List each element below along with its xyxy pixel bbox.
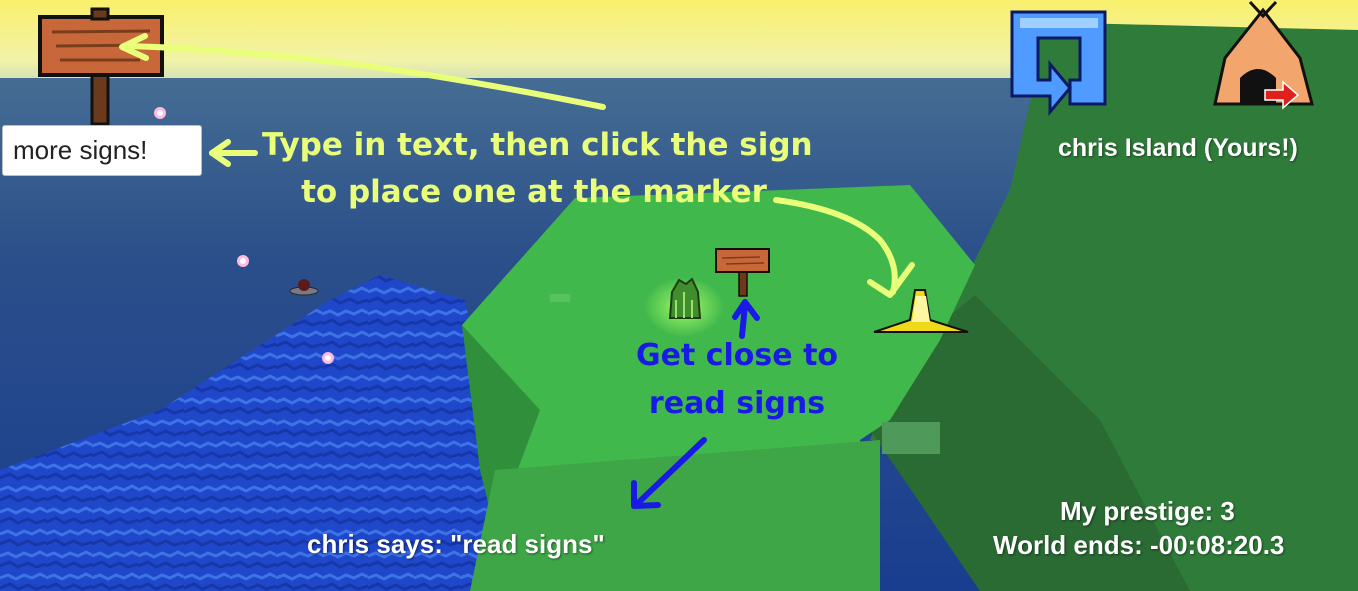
tile-detail: [550, 294, 570, 302]
tutorial-read-line1: Get close to: [635, 338, 839, 373]
chat-message: chris says: "read signs": [307, 529, 605, 559]
sparkle: [322, 352, 334, 364]
world-end-timer: World ends: -00:08:20.3: [993, 530, 1285, 560]
prestige-counter: My prestige: 3: [1060, 496, 1235, 526]
island-name-label: chris Island (Yours!): [1058, 134, 1298, 162]
sparkle: [154, 107, 166, 119]
sparkle: [237, 255, 249, 267]
tutorial-place-line2: to place one at the marker: [301, 174, 767, 210]
tile-detail: [882, 422, 940, 454]
tutorial-read-text: Get close to read signs: [620, 332, 854, 428]
tutorial-read-line2: read signs: [648, 386, 826, 421]
tutorial-place-line1: Type in text, then click the sign: [262, 127, 813, 163]
tutorial-place-text: Type in text, then click the sign to pla…: [262, 122, 813, 216]
sign-text-input[interactable]: [2, 125, 202, 176]
